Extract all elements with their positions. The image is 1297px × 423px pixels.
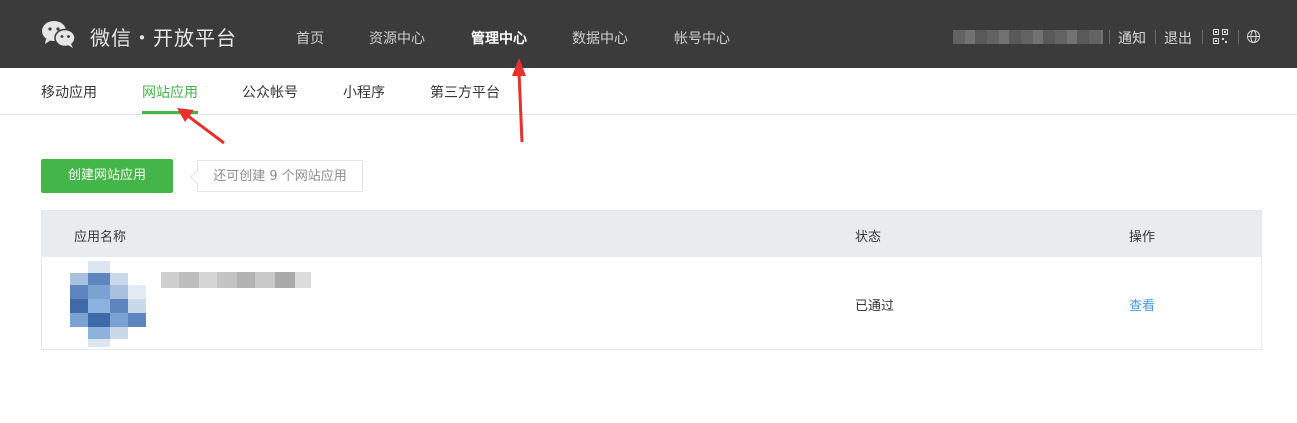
tab-mini-programs[interactable]: 小程序 [343, 82, 385, 102]
user-name-redacted[interactable] [953, 30, 1103, 44]
logout-link[interactable]: 退出 [1164, 28, 1192, 48]
notify-link[interactable]: 通知 [1118, 28, 1146, 48]
app-table: 应用名称 状态 操作 已通过 查看 [41, 210, 1262, 350]
tab-third-party-platform[interactable]: 第三方平台 [430, 82, 500, 102]
divider [1202, 30, 1203, 44]
nav-account[interactable]: 帐号中心 [674, 28, 730, 48]
divider [1109, 30, 1110, 44]
header-app-name: 应用名称 [74, 230, 127, 245]
header-status: 状态 [855, 230, 882, 245]
sub-nav: 移动应用 网站应用 公众帐号 小程序 第三方平台 [0, 68, 1297, 115]
divider [1238, 30, 1239, 44]
globe-icon[interactable] [1246, 29, 1261, 44]
tab-website-apps[interactable]: 网站应用 [142, 82, 198, 102]
nav-data[interactable]: 数据中心 [572, 28, 628, 48]
divider [1155, 30, 1156, 44]
active-tab-underline [142, 111, 198, 114]
tab-official-accounts[interactable]: 公众帐号 [242, 82, 298, 102]
header-action: 操作 [1129, 230, 1156, 245]
status-approved: 已通过 [855, 299, 895, 314]
top-bar: 微信・开放平台 首页 资源中心 管理中心 数据中心 帐号中心 通知 退出 [0, 0, 1297, 68]
app-icon-redacted [70, 261, 146, 347]
tab-mobile-apps[interactable]: 移动应用 [41, 82, 97, 102]
view-link[interactable]: 查看 [1129, 295, 1155, 314]
qrcode-icon[interactable] [1213, 29, 1228, 44]
app-name-redacted [161, 272, 311, 288]
create-website-app-button[interactable]: 创建网站应用 [41, 159, 173, 193]
nav-resources[interactable]: 资源中心 [369, 28, 425, 48]
table-header: 应用名称 状态 操作 [42, 211, 1261, 257]
nav-home[interactable]: 首页 [296, 28, 324, 48]
brand-title[interactable]: 微信・开放平台 [90, 22, 237, 51]
nav-management[interactable]: 管理中心 [471, 28, 527, 48]
remaining-quota-tip: 还可创建 9 个网站应用 [197, 160, 363, 192]
wechat-logo-icon[interactable] [41, 19, 77, 49]
